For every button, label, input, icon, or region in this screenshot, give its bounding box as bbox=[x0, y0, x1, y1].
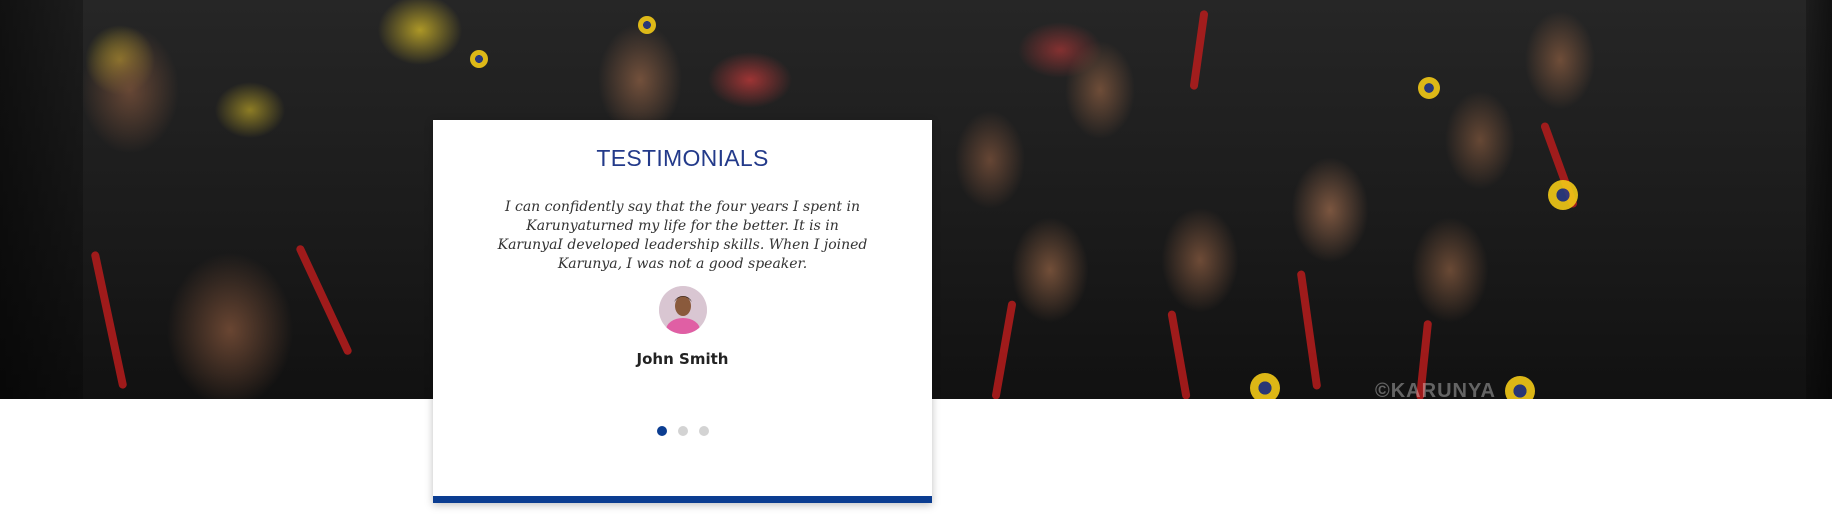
decorative-sash bbox=[1296, 270, 1322, 390]
medal-badge bbox=[1250, 373, 1280, 399]
medal-badge bbox=[638, 16, 656, 34]
author-avatar bbox=[658, 286, 707, 334]
decorative-sash bbox=[295, 243, 353, 357]
photo-watermark: ©KARUNYA bbox=[1375, 380, 1496, 399]
avatar-portrait-icon bbox=[658, 286, 707, 334]
carousel-dot-1[interactable] bbox=[656, 426, 667, 436]
carousel-pagination bbox=[433, 426, 932, 436]
photo-left-edge bbox=[0, 0, 83, 399]
testimonials-title: TESTIMONIALS bbox=[596, 145, 769, 171]
decorative-sash bbox=[90, 250, 128, 390]
author-name: John Smith bbox=[636, 350, 729, 368]
page: ©KARUNYA TESTIMONIALS I can confidently … bbox=[0, 0, 1832, 521]
photo-right-edge bbox=[1806, 0, 1832, 399]
decorative-sash bbox=[1189, 9, 1209, 91]
testimonial-card: TESTIMONIALS I can confidently say that … bbox=[433, 120, 932, 503]
decorative-sash bbox=[1167, 309, 1191, 399]
decorative-sash bbox=[991, 300, 1017, 399]
testimonial-quote: I can confidently say that the four year… bbox=[497, 199, 868, 272]
medal-badge bbox=[1548, 180, 1578, 210]
medal-badge bbox=[1418, 77, 1440, 99]
medal-badge bbox=[1505, 376, 1535, 399]
carousel-dot-3[interactable] bbox=[698, 426, 709, 436]
medal-badge bbox=[470, 50, 488, 68]
carousel-dot-2[interactable] bbox=[677, 426, 688, 436]
